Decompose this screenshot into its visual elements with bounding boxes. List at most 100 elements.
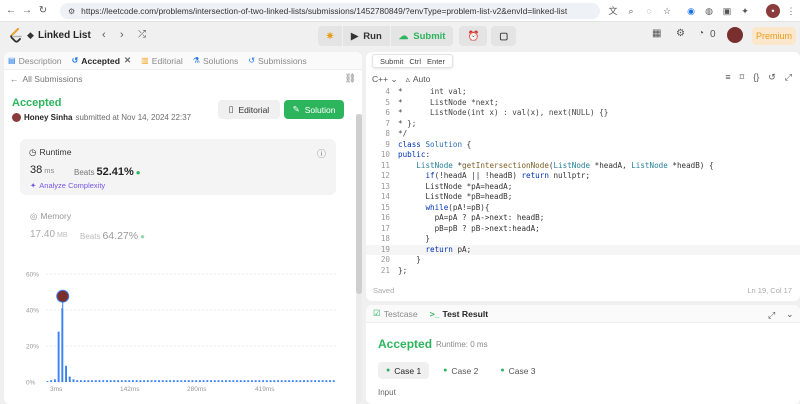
premium-button[interactable]: Premium: [752, 27, 796, 45]
chart-bar[interactable]: [288, 380, 291, 382]
chart-bar[interactable]: [232, 380, 235, 382]
chart-bar[interactable]: [184, 380, 186, 382]
chart-bar[interactable]: [273, 380, 276, 382]
left-scrollbar[interactable]: [356, 114, 362, 404]
extension-icon-2[interactable]: ◍: [702, 4, 716, 18]
all-submissions-link[interactable]: ← All Submissions: [10, 74, 83, 84]
chart-bar[interactable]: [221, 380, 224, 382]
chart-bar[interactable]: [79, 380, 82, 382]
chart-bar[interactable]: [258, 380, 261, 382]
info-icon[interactable]: ⓘ: [317, 147, 326, 160]
code-line[interactable]: 4 * int val;: [366, 87, 800, 98]
code-line[interactable]: 6 * ListNode(int x) : val(x), next(NULL) …: [366, 108, 800, 119]
prev-problem-icon[interactable]: ‹: [102, 29, 106, 41]
settings-gear-icon[interactable]: ⚙: [676, 28, 685, 39]
close-tab-icon[interactable]: ✕: [124, 55, 131, 66]
chart-bar[interactable]: [102, 380, 105, 382]
leetcode-logo-icon[interactable]: [9, 28, 23, 44]
code-line[interactable]: 5 * ListNode *next;: [366, 98, 800, 109]
chart-bar[interactable]: [206, 380, 209, 382]
reset-icon[interactable]: ↺: [768, 72, 776, 83]
run-button[interactable]: ▶ Run: [342, 26, 390, 46]
chart-bar[interactable]: [143, 380, 146, 382]
code-line[interactable]: 12 if(!headA || !headB) return nullptr;: [366, 171, 800, 182]
chart-bar[interactable]: [165, 380, 168, 382]
collapse-icon[interactable]: ⌄: [786, 309, 794, 320]
problem-list-title[interactable]: Linked List: [38, 30, 91, 41]
chart-bar[interactable]: [113, 380, 116, 382]
chart-bar[interactable]: [284, 380, 287, 382]
chart-bar[interactable]: [161, 380, 164, 382]
chart-bar[interactable]: [265, 380, 268, 382]
code-line[interactable]: 21};: [366, 266, 800, 277]
user-avatar-small[interactable]: [12, 113, 21, 122]
code-line[interactable]: 19 return pA;: [366, 244, 800, 255]
chart-bar[interactable]: [303, 380, 305, 382]
chart-bar[interactable]: [117, 380, 120, 382]
profile-avatar[interactable]: •: [766, 4, 780, 18]
bookmark-icon[interactable]: ⌑: [740, 72, 745, 83]
case-1-tab[interactable]: ● Case 1: [378, 362, 430, 379]
chart-bar[interactable]: [124, 380, 127, 382]
chart-bar[interactable]: [228, 380, 231, 382]
chart-bar[interactable]: [57, 331, 60, 382]
chart-bar[interactable]: [135, 380, 138, 382]
chart-bar[interactable]: [120, 380, 123, 382]
link-icon[interactable]: ⛓: [345, 73, 356, 84]
bookmark-star-icon[interactable]: ☆: [660, 4, 674, 18]
chart-bar[interactable]: [277, 380, 279, 382]
analyze-complexity-link[interactable]: ✦ Analyze Complexity: [30, 181, 105, 190]
memory-label-row[interactable]: ◎ Memory: [30, 211, 71, 222]
chart-bar[interactable]: [65, 365, 68, 382]
chart-bar[interactable]: [202, 380, 205, 382]
chart-bar[interactable]: [76, 380, 79, 382]
chart-bar[interactable]: [217, 380, 220, 382]
chart-bar[interactable]: [269, 380, 272, 382]
address-bar[interactable]: ⚙ https://leetcode.com/problems/intersec…: [60, 3, 600, 19]
chart-bar[interactable]: [146, 380, 149, 382]
tab-testcase[interactable]: ☑ Testcase: [373, 308, 418, 319]
code-line[interactable]: 20 }: [366, 255, 800, 266]
chart-bar[interactable]: [105, 380, 108, 382]
shuffle-icon[interactable]: ⤮: [138, 29, 146, 40]
tab-submissions[interactable]: ↺ Submissions: [248, 56, 306, 66]
chart-bar[interactable]: [83, 380, 86, 382]
chart-bar[interactable]: [314, 380, 317, 382]
chart-bar[interactable]: [239, 380, 242, 382]
chart-bar[interactable]: [139, 380, 142, 382]
tab-test-result[interactable]: >_ Test Result: [430, 309, 489, 319]
braces-icon[interactable]: {}: [753, 72, 759, 83]
code-line[interactable]: 10 public:: [366, 150, 800, 161]
chart-bar[interactable]: [198, 380, 201, 382]
chart-bar[interactable]: [306, 380, 309, 382]
user-avatar[interactable]: [727, 27, 743, 43]
chart-bar[interactable]: [310, 380, 313, 382]
runtime-card[interactable]: ◷ Runtime ⓘ 38 ms Beats 52.41% ● ✦ Analyze Co…: [20, 139, 336, 195]
submitter-name[interactable]: Honey Sinha: [24, 113, 72, 122]
eye-off-icon[interactable]: ◌: [642, 4, 656, 18]
case-2-tab[interactable]: ● Case 2: [435, 362, 486, 379]
chart-bar[interactable]: [213, 380, 216, 382]
maximize-icon[interactable]: ⤢: [768, 310, 775, 321]
zoom-icon[interactable]: ⌕: [624, 4, 638, 18]
scroll-thumb[interactable]: [356, 114, 362, 294]
chart-bar[interactable]: [332, 380, 335, 382]
chart-bar[interactable]: [280, 380, 283, 382]
code-line[interactable]: 11 ListNode *getIntersectionNode(ListNod…: [366, 161, 800, 172]
chart-bar[interactable]: [172, 380, 175, 382]
solution-button[interactable]: ✎ Solution: [284, 100, 344, 119]
chart-bar[interactable]: [329, 380, 331, 382]
chart-bar[interactable]: [247, 380, 250, 382]
chart-bar[interactable]: [243, 380, 246, 382]
notes-button[interactable]: ▢: [491, 26, 517, 46]
chart-bar[interactable]: [224, 380, 227, 382]
chart-bar[interactable]: [291, 380, 294, 382]
chart-bar[interactable]: [317, 380, 320, 382]
format-icon[interactable]: ≡: [725, 72, 730, 83]
chart-bar[interactable]: [61, 308, 64, 382]
code-area[interactable]: 4 * int val; 5 * ListNode *next; 6 * ListNode…: [366, 87, 800, 277]
forward-icon[interactable]: →: [19, 5, 35, 16]
back-icon[interactable]: ←: [3, 5, 19, 16]
debug-button[interactable]: ✷: [318, 26, 342, 46]
extension-icon-3[interactable]: ▣: [720, 4, 734, 18]
